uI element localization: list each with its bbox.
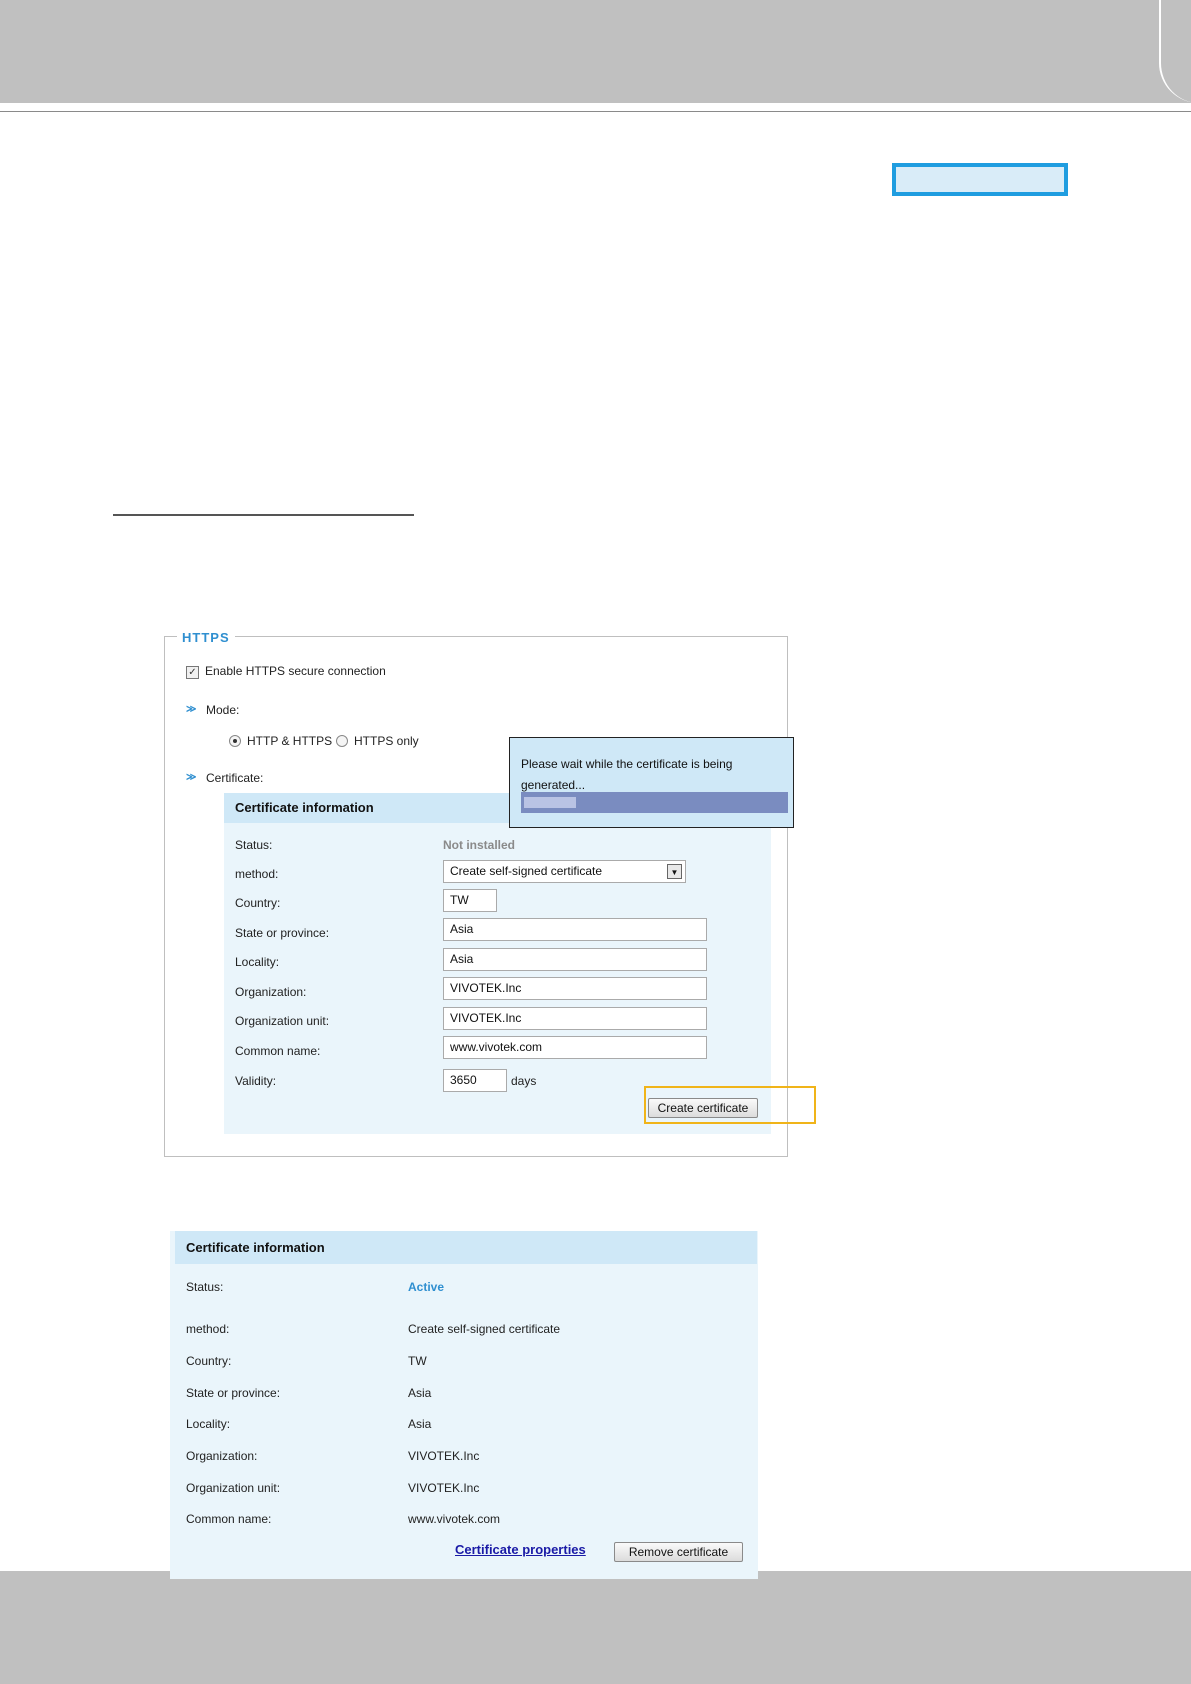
info-state-label: State or province: (186, 1386, 281, 1400)
info-org-unit-label: Organization unit: (186, 1481, 281, 1495)
validity-field[interactable]: 3650 (443, 1069, 507, 1092)
info-common-name-label: Common name: (186, 1512, 272, 1526)
remove-certificate-button[interactable]: Remove certificate (614, 1542, 743, 1562)
org-unit-field[interactable]: VIVOTEK.Inc (443, 1007, 707, 1030)
form-method-label: method: (235, 867, 279, 881)
mode-http-https-radio[interactable] (229, 735, 241, 747)
form-org-unit-label: Organization unit: (235, 1014, 330, 1028)
method-select[interactable]: Create self-signed certificate ▼ (443, 860, 686, 883)
certificate-label: Certificate: (206, 771, 264, 785)
generating-progress-bar (521, 792, 788, 813)
form-state-label: State or province: (235, 926, 330, 940)
generating-popup: Please wait while the certificate is bei… (509, 737, 794, 828)
certificate-info-panel (170, 1231, 758, 1579)
validity-unit-label: days (511, 1074, 537, 1088)
generating-message: Please wait while the certificate is bei… (521, 757, 733, 792)
info-country-value: TW (408, 1354, 427, 1368)
mode-http-https-label: HTTP & HTTPS (247, 734, 333, 748)
https-panel-title: HTTPS (177, 630, 235, 645)
form-organization-label: Organization: (235, 985, 307, 999)
state-field[interactable]: Asia (443, 918, 707, 941)
certificate-form-title: Certificate information (235, 800, 374, 815)
info-method-value: Create self-signed certificate (408, 1322, 561, 1336)
form-status-value: Not installed (443, 838, 516, 852)
form-locality-label: Locality: (235, 955, 280, 969)
mode-chevron-icon[interactable]: ≫ (186, 704, 196, 715)
info-method-label: method: (186, 1322, 230, 1336)
certificate-properties-link[interactable]: Certificate properties (455, 1542, 586, 1557)
common-name-field[interactable]: www.vivotek.com (443, 1036, 707, 1059)
method-select-value: Create self-signed certificate (450, 864, 603, 878)
info-status-label: Status: (186, 1280, 224, 1294)
page-footer-band (0, 1571, 1191, 1684)
info-org-unit-value: VIVOTEK.Inc (408, 1481, 480, 1495)
info-organization-value: VIVOTEK.Inc (408, 1449, 480, 1463)
mode-label: Mode: (206, 703, 240, 717)
info-locality-value: Asia (408, 1417, 432, 1431)
organization-field[interactable]: VIVOTEK.Inc (443, 977, 707, 1000)
info-country-label: Country: (186, 1354, 232, 1368)
mode-https-only-radio[interactable] (336, 735, 348, 747)
certificate-chevron-icon[interactable]: ≫ (186, 772, 196, 783)
enable-https-label: Enable HTTPS secure connection (205, 664, 386, 678)
create-certificate-highlight (644, 1086, 816, 1124)
section-underline (113, 514, 414, 516)
info-common-name-value: www.vivotek.com (408, 1512, 501, 1526)
form-status-label: Status: (235, 838, 273, 852)
header-rule (0, 111, 1191, 112)
country-field[interactable]: TW (443, 889, 497, 912)
info-locality-label: Locality: (186, 1417, 231, 1431)
info-organization-label: Organization: (186, 1449, 258, 1463)
form-validity-label: Validity: (235, 1074, 277, 1088)
certificate-info-title: Certificate information (186, 1240, 325, 1255)
page-header-band (0, 0, 1191, 103)
info-state-value: Asia (408, 1386, 432, 1400)
form-country-label: Country: (235, 896, 281, 910)
generating-progress-fill (524, 797, 576, 808)
mode-https-only-label: HTTPS only (354, 734, 419, 748)
chevron-down-icon[interactable]: ▼ (667, 864, 682, 879)
section-tab-highlight (892, 163, 1068, 196)
enable-https-checkbox[interactable]: ✓ (186, 666, 199, 679)
form-common-name-label: Common name: (235, 1044, 321, 1058)
info-status-value: Active (408, 1280, 445, 1294)
locality-field[interactable]: Asia (443, 948, 707, 971)
